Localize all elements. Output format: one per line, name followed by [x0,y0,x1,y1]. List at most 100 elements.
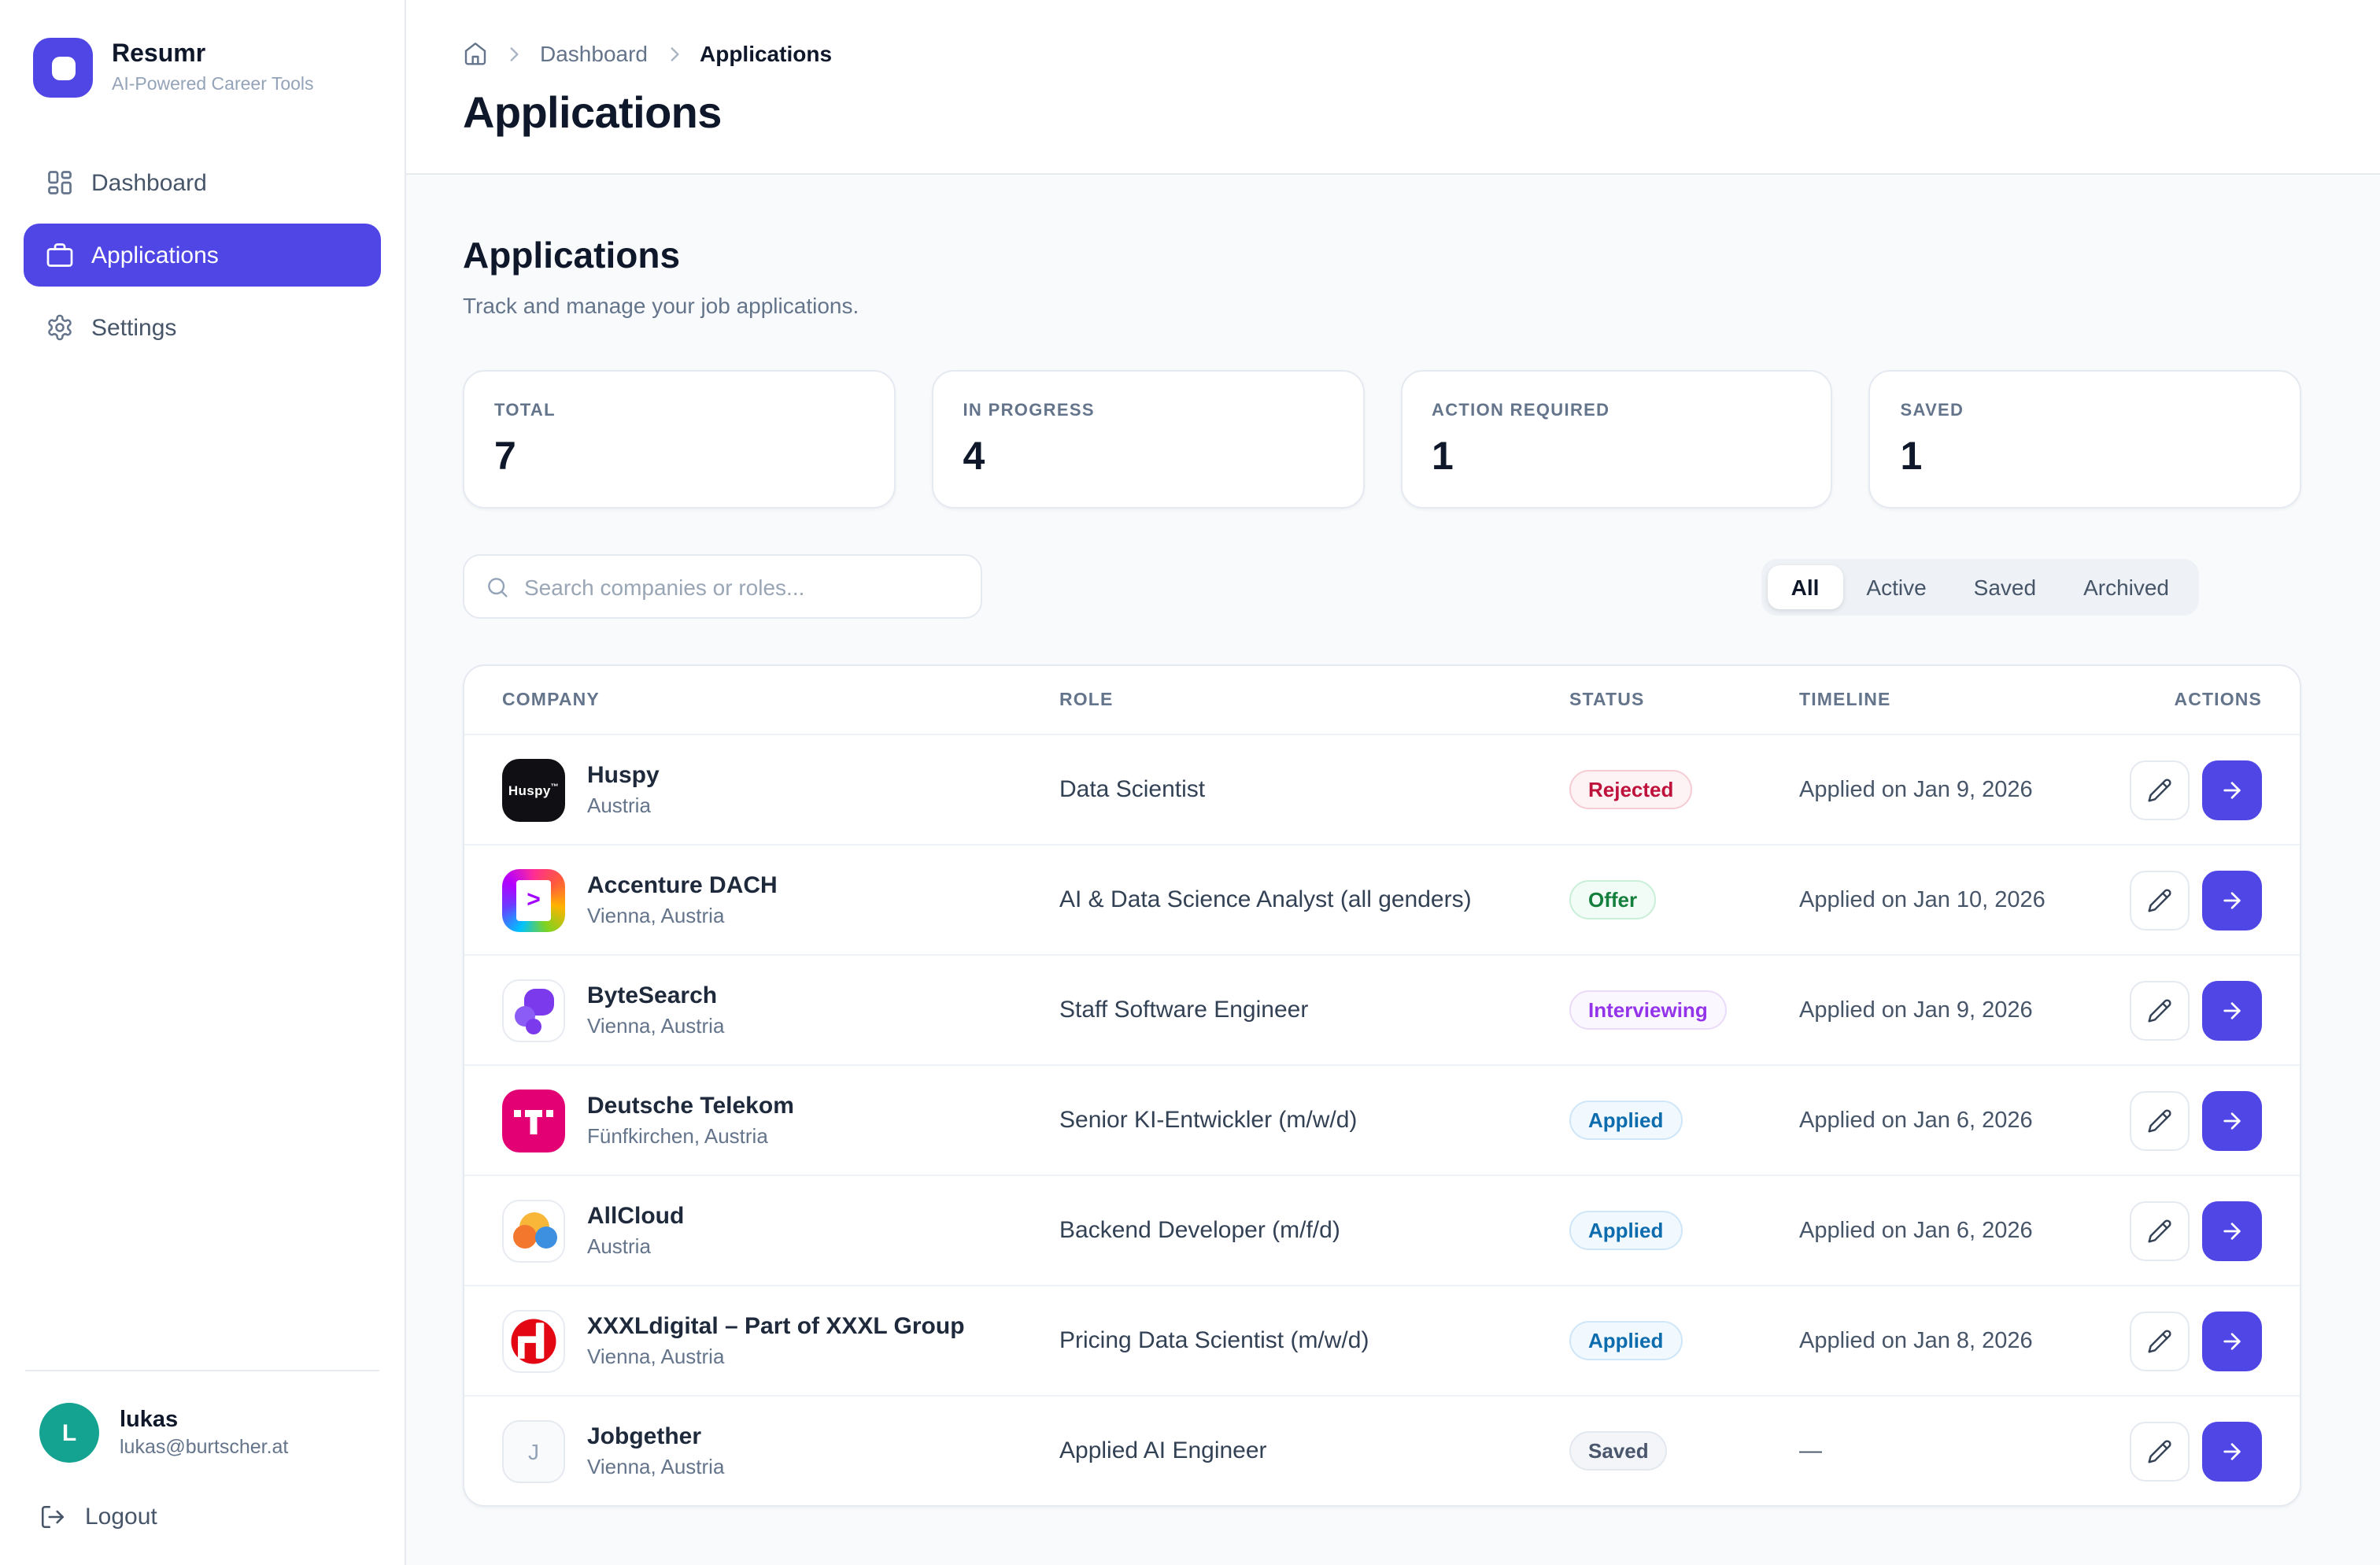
open-button[interactable] [2202,1090,2262,1150]
logout-label: Logout [85,1504,157,1530]
pencil-icon [2147,1108,2172,1133]
stat-label: TOTAL [494,401,864,420]
sidebar-footer: L lukas lukas@burtscher.at Logout [0,1370,405,1565]
timeline-cell: Applied on Jan 6, 2026 [1799,1108,2130,1133]
status-cell: Offer [1569,880,1799,919]
stat-card-in-progress: IN PROGRESS 4 [932,370,1365,509]
company-logo-telekom-icon [502,1089,565,1152]
status-cell: Applied [1569,1211,1799,1250]
edit-button[interactable] [2130,980,2190,1040]
company-logo-xxxl-icon [502,1309,565,1372]
edit-button[interactable] [2130,1090,2190,1150]
open-button[interactable] [2202,760,2262,819]
pencil-icon [2147,777,2172,802]
table-row[interactable]: XXXLdigital – Part of XXXL Group Vienna,… [464,1285,2300,1395]
search-icon [485,574,510,599]
table-body: Huspy™ Huspy Austria Data Scientist Reje… [464,734,2300,1505]
content: Applications Track and manage your job a… [406,175,2380,1507]
toolbar: All Active Saved Archived [463,554,2301,619]
actions-cell [2130,1201,2262,1260]
stats-cards: TOTAL 7 IN PROGRESS 4 ACTION REQUIRED 1 … [463,370,2301,509]
company-logo-jobgether-icon: J [502,1419,565,1482]
sidebar-nav: Dashboard Applications Settings [0,98,405,359]
company-location: Vienna, Austria [587,1455,724,1478]
chevron-right-icon [663,43,684,64]
company-name: Deutsche Telekom [587,1093,794,1119]
role-cell: Applied AI Engineer [1059,1437,1569,1464]
table-row[interactable]: Deutsche Telekom Fünfkirchen, Austria Se… [464,1064,2300,1175]
edit-button[interactable] [2130,1311,2190,1371]
column-header-timeline: Timeline [1799,690,2130,709]
open-button[interactable] [2202,980,2262,1040]
arrow-right-icon [2219,887,2245,912]
stat-card-total: TOTAL 7 [463,370,896,509]
status-cell: Saved [1569,1431,1799,1471]
edit-button[interactable] [2130,870,2190,930]
company-name: Huspy [587,762,660,789]
table-row[interactable]: ByteSearch Vienna, Austria Staff Softwar… [464,954,2300,1064]
stat-value: 1 [1432,435,1802,480]
filter-tab-archived[interactable]: Archived [2060,564,2193,609]
section-subtitle: Track and manage your job applications. [463,293,2301,318]
stat-label: ACTION REQUIRED [1432,401,1802,420]
status-badge: Applied [1569,1211,1682,1250]
company-name: Jobgether [587,1423,724,1450]
search-input[interactable] [524,574,960,599]
home-icon[interactable] [463,41,488,66]
company-logo-allcloud-icon [502,1199,565,1262]
open-button[interactable] [2202,1201,2262,1260]
company-location: Vienna, Austria [587,904,778,927]
gear-icon [46,313,74,342]
company-location: Austria [587,794,660,817]
edit-button[interactable] [2130,1421,2190,1481]
page-title: Applications [463,88,2323,139]
user-email: lukas@burtscher.at [120,1436,288,1458]
sidebar-item-label: Dashboard [91,169,207,196]
open-button[interactable] [2202,870,2262,930]
app-tagline: AI-Powered Career Tools [112,76,314,94]
filter-tab-active[interactable]: Active [1842,564,1949,609]
actions-cell [2130,1090,2262,1150]
sidebar-item-dashboard[interactable]: Dashboard [24,151,381,214]
filter-tab-all[interactable]: All [1768,564,1843,609]
pencil-icon [2147,1438,2172,1463]
logout-button[interactable]: Logout [24,1504,173,1530]
breadcrumb-item-dashboard[interactable]: Dashboard [540,41,648,66]
applications-table: Company Role Status Timeline Actions Hus… [463,664,2301,1507]
sidebar-item-applications[interactable]: Applications [24,224,381,287]
search-box [463,554,982,619]
open-button[interactable] [2202,1311,2262,1371]
sidebar-item-settings[interactable]: Settings [24,296,381,359]
company-cell: > Accenture DACH Vienna, Austria [502,868,1059,931]
briefcase-icon [46,241,74,269]
actions-cell [2130,980,2262,1040]
timeline-cell: Applied on Jan 9, 2026 [1799,997,2130,1023]
edit-button[interactable] [2130,1201,2190,1260]
stat-label: IN PROGRESS [963,401,1333,420]
filter-tab-saved[interactable]: Saved [1950,564,2060,609]
edit-button[interactable] [2130,760,2190,819]
company-logo-bytesearch-icon [502,979,565,1041]
pencil-icon [2147,1218,2172,1243]
column-header-company: Company [502,690,1059,709]
table-row[interactable]: J Jobgether Vienna, Austria Applied AI E… [464,1395,2300,1505]
sidebar: Resumr AI-Powered Career Tools Dashboard… [0,0,406,1565]
table-header: Company Role Status Timeline Actions [464,666,2300,734]
company-cell: Deutsche Telekom Fünfkirchen, Austria [502,1089,1059,1152]
table-row[interactable]: > Accenture DACH Vienna, Austria AI & Da… [464,844,2300,954]
company-name: ByteSearch [587,982,724,1009]
table-row[interactable]: AllCloud Austria Backend Developer (m/f/… [464,1175,2300,1285]
status-cell: Applied [1569,1101,1799,1140]
user-profile: L lukas lukas@burtscher.at [24,1403,381,1463]
company-cell: J Jobgether Vienna, Austria [502,1419,1059,1482]
app-logo-icon [33,38,93,98]
company-name: XXXLdigital – Part of XXXL Group [587,1313,965,1340]
actions-cell [2130,1421,2262,1481]
company-location: Austria [587,1234,684,1258]
brand: Resumr AI-Powered Career Tools [0,0,405,98]
open-button[interactable] [2202,1421,2262,1481]
table-row[interactable]: Huspy™ Huspy Austria Data Scientist Reje… [464,734,2300,844]
timeline-cell: Applied on Jan 6, 2026 [1799,1218,2130,1243]
company-cell: XXXLdigital – Part of XXXL Group Vienna,… [502,1309,1059,1372]
dashboard-icon [46,168,74,197]
